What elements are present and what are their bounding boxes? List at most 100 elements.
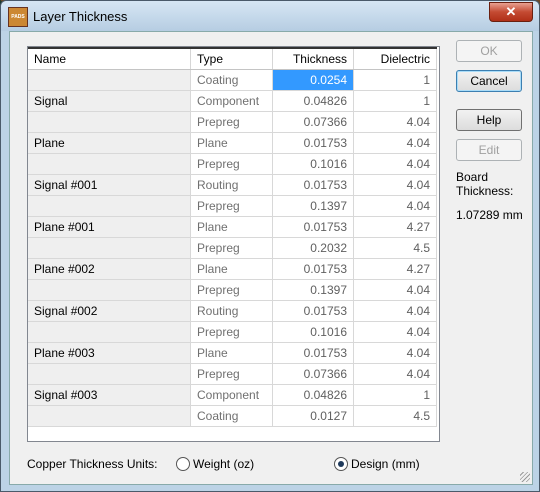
- cell-type[interactable]: Prepreg: [190, 363, 273, 385]
- table-row[interactable]: Plane #002 Plane 0.01753 4.27: [28, 258, 437, 280]
- cell-type[interactable]: Routing: [190, 300, 273, 322]
- layer-grid[interactable]: Name Type Thickness Dielectric Coating 0.…: [27, 46, 440, 442]
- cell-dielectric[interactable]: 4.04: [353, 321, 437, 343]
- cell-thickness[interactable]: 0.01753: [272, 174, 354, 196]
- cell-name[interactable]: Signal: [28, 90, 191, 112]
- edit-button[interactable]: Edit: [456, 139, 522, 161]
- cell-dielectric[interactable]: 4.27: [353, 258, 437, 280]
- table-row[interactable]: Signal #002 Routing 0.01753 4.04: [28, 300, 437, 322]
- cell-name[interactable]: [28, 363, 191, 385]
- cell-type[interactable]: Component: [190, 384, 273, 406]
- design-mm-radio[interactable]: [334, 457, 348, 471]
- cell-thickness[interactable]: 0.1016: [272, 321, 354, 343]
- cell-dielectric[interactable]: 4.04: [353, 174, 437, 196]
- cell-thickness[interactable]: 0.01753: [272, 216, 354, 238]
- table-row[interactable]: Plane Plane 0.01753 4.04: [28, 132, 437, 154]
- resize-grip[interactable]: [520, 472, 530, 482]
- column-header-type[interactable]: Type: [190, 47, 273, 70]
- table-row[interactable]: Prepreg 0.2032 4.5: [28, 237, 437, 259]
- help-button[interactable]: Help: [456, 109, 522, 131]
- column-header-dielectric[interactable]: Dielectric: [353, 47, 437, 70]
- table-row[interactable]: Prepreg 0.1016 4.04: [28, 321, 437, 343]
- cell-type[interactable]: Prepreg: [190, 153, 273, 175]
- cell-name[interactable]: Plane: [28, 132, 191, 154]
- cell-thickness[interactable]: 0.0127: [272, 405, 354, 427]
- cell-thickness[interactable]: 0.01753: [272, 300, 354, 322]
- cell-name[interactable]: Plane #001: [28, 216, 191, 238]
- cell-type[interactable]: Plane: [190, 132, 273, 154]
- cell-thickness[interactable]: 0.07366: [272, 111, 354, 133]
- cell-name[interactable]: Signal #003: [28, 384, 191, 406]
- cell-type[interactable]: Prepreg: [190, 195, 273, 217]
- cell-type[interactable]: Routing: [190, 174, 273, 196]
- table-row[interactable]: Plane #003 Plane 0.01753 4.04: [28, 342, 437, 364]
- table-row[interactable]: Prepreg 0.1016 4.04: [28, 153, 437, 175]
- column-header-thickness[interactable]: Thickness: [272, 47, 354, 70]
- cell-name[interactable]: Plane #002: [28, 258, 191, 280]
- cell-dielectric[interactable]: 4.04: [353, 153, 437, 175]
- cell-name[interactable]: [28, 405, 191, 427]
- weight-oz-label[interactable]: Weight (oz): [193, 457, 254, 471]
- weight-oz-radio[interactable]: [176, 457, 190, 471]
- cell-thickness[interactable]: 0.2032: [272, 237, 354, 259]
- title-bar[interactable]: PADS Layer Thickness ✕: [1, 1, 539, 31]
- cell-thickness[interactable]: 0.1016: [272, 153, 354, 175]
- cell-dielectric[interactable]: 4.27: [353, 216, 437, 238]
- cancel-button[interactable]: Cancel: [456, 70, 522, 92]
- cell-thickness[interactable]: 0.1397: [272, 195, 354, 217]
- cell-type[interactable]: Prepreg: [190, 321, 273, 343]
- cell-name[interactable]: Signal #002: [28, 300, 191, 322]
- cell-dielectric[interactable]: 4.5: [353, 237, 437, 259]
- cell-name[interactable]: [28, 321, 191, 343]
- cell-thickness[interactable]: 0.0254: [272, 69, 354, 91]
- table-row[interactable]: Signal #003 Component 0.04826 1: [28, 384, 437, 406]
- table-row[interactable]: Prepreg 0.1397 4.04: [28, 279, 437, 301]
- cell-thickness[interactable]: 0.07366: [272, 363, 354, 385]
- cell-type[interactable]: Coating: [190, 405, 273, 427]
- table-row[interactable]: Plane #001 Plane 0.01753 4.27: [28, 216, 437, 238]
- cell-name[interactable]: [28, 153, 191, 175]
- table-row[interactable]: Prepreg 0.07366 4.04: [28, 363, 437, 385]
- cell-thickness[interactable]: 0.04826: [272, 90, 354, 112]
- cell-thickness[interactable]: 0.01753: [272, 258, 354, 280]
- cell-dielectric[interactable]: 1: [353, 90, 437, 112]
- cell-type[interactable]: Prepreg: [190, 279, 273, 301]
- cell-dielectric[interactable]: 4.04: [353, 300, 437, 322]
- cell-thickness[interactable]: 0.01753: [272, 342, 354, 364]
- cell-type[interactable]: Plane: [190, 342, 273, 364]
- table-row[interactable]: Signal #001 Routing 0.01753 4.04: [28, 174, 437, 196]
- cell-dielectric[interactable]: 4.04: [353, 111, 437, 133]
- table-row[interactable]: Prepreg 0.1397 4.04: [28, 195, 437, 217]
- cell-name[interactable]: [28, 111, 191, 133]
- cell-type[interactable]: Prepreg: [190, 111, 273, 133]
- cell-dielectric[interactable]: 4.04: [353, 195, 437, 217]
- cell-type[interactable]: Prepreg: [190, 237, 273, 259]
- cell-name[interactable]: Plane #003: [28, 342, 191, 364]
- cell-thickness[interactable]: 0.01753: [272, 132, 354, 154]
- cell-type[interactable]: Plane: [190, 258, 273, 280]
- cell-type[interactable]: Component: [190, 90, 273, 112]
- cell-thickness[interactable]: 0.04826: [272, 384, 354, 406]
- cell-name[interactable]: [28, 69, 191, 91]
- table-row[interactable]: Signal Component 0.04826 1: [28, 90, 437, 112]
- cell-dielectric[interactable]: 4.04: [353, 342, 437, 364]
- cell-dielectric[interactable]: 4.04: [353, 363, 437, 385]
- cell-name[interactable]: [28, 279, 191, 301]
- table-row[interactable]: Coating 0.0254 1: [28, 69, 437, 91]
- cell-dielectric[interactable]: 1: [353, 69, 437, 91]
- close-button[interactable]: ✕: [489, 2, 533, 22]
- cell-dielectric[interactable]: 4.04: [353, 132, 437, 154]
- table-row[interactable]: Coating 0.0127 4.5: [28, 405, 437, 427]
- ok-button[interactable]: OK: [456, 40, 522, 62]
- cell-name[interactable]: [28, 237, 191, 259]
- column-header-name[interactable]: Name: [28, 47, 191, 70]
- cell-thickness[interactable]: 0.1397: [272, 279, 354, 301]
- cell-type[interactable]: Plane: [190, 216, 273, 238]
- cell-dielectric[interactable]: 4.5: [353, 405, 437, 427]
- cell-name[interactable]: [28, 195, 191, 217]
- cell-dielectric[interactable]: 1: [353, 384, 437, 406]
- design-mm-label[interactable]: Design (mm): [351, 457, 420, 471]
- table-row[interactable]: Prepreg 0.07366 4.04: [28, 111, 437, 133]
- cell-type[interactable]: Coating: [190, 69, 273, 91]
- cell-dielectric[interactable]: 4.04: [353, 279, 437, 301]
